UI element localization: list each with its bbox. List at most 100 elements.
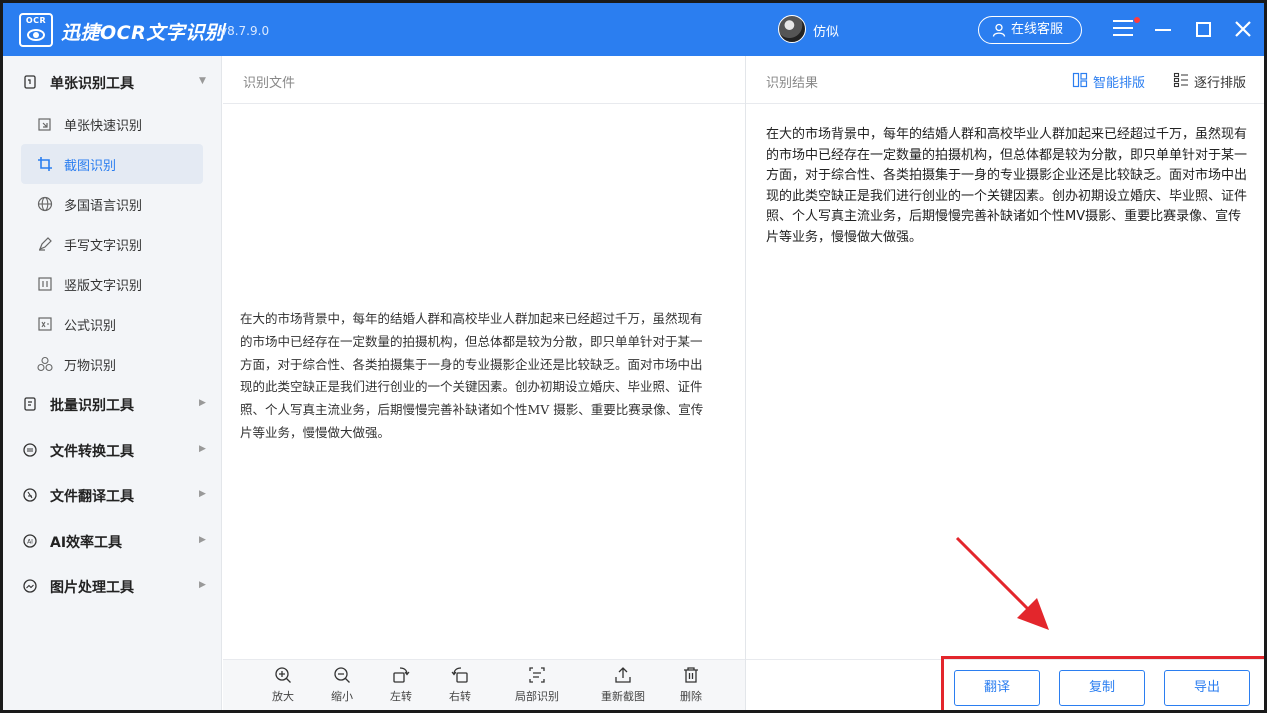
sidebar-group-ai[interactable]: AI AI效率工具 ▶	[3, 521, 222, 561]
annotation-arrow-icon	[955, 536, 1049, 630]
sidebar-group-label: 批量识别工具	[50, 398, 134, 414]
sidebar-item-label: 竖版文字识别	[64, 279, 143, 294]
sidebar-group-translate[interactable]: 文件翻译工具 ▶	[3, 475, 222, 515]
partial-ocr-button[interactable]: 局部识别	[509, 666, 565, 704]
chevron-right-icon: ▶	[199, 398, 206, 408]
batch-icon	[24, 397, 36, 411]
app-window: OCR 迅捷OCR文字识别 v8.7.9.0 仿似 在线客服 单张识别工具 ▼	[0, 0, 1267, 713]
translate-icon	[23, 488, 37, 502]
zoom-out-icon	[334, 667, 350, 683]
pen-icon	[38, 237, 52, 251]
sidebar-item-vertical[interactable]: 竖版文字识别	[21, 264, 203, 304]
crop-icon	[38, 157, 52, 171]
sidebar-item-label: 公式识别	[64, 319, 117, 334]
app-logo: OCR	[19, 13, 53, 47]
result-panel-header: 识别结果 智能排版 逐行排版	[746, 56, 1264, 104]
source-panel-title: 识别文件	[243, 76, 296, 91]
minimize-button[interactable]	[1155, 29, 1171, 31]
online-service-label: 在线客服	[1011, 22, 1064, 37]
menu-icon[interactable]	[1113, 20, 1133, 36]
objects-icon	[37, 356, 53, 372]
title-bar: OCR 迅捷OCR文字识别 v8.7.9.0 仿似 在线客服	[3, 3, 1264, 56]
app-version: v8.7.9.0	[220, 24, 270, 38]
upload-icon	[615, 667, 631, 683]
sidebar-item-objects[interactable]: 万物识别	[21, 344, 203, 384]
zoom-in-label: 放大	[272, 690, 294, 703]
line-layout-label: 逐行排版	[1194, 76, 1247, 91]
sidebar-item-screenshot[interactable]: 截图识别	[21, 144, 203, 184]
convert-icon	[23, 443, 37, 457]
ai-icon: AI	[23, 534, 37, 548]
smart-layout-icon	[1072, 72, 1088, 88]
source-image-viewer[interactable]: 在大的市场背景中，每年的结婚人群和高校毕业人群加起来已经超过千万，虽然现有的市场…	[223, 105, 745, 659]
maximize-button[interactable]	[1196, 22, 1211, 37]
sidebar-item-label: 手写文字识别	[64, 239, 143, 254]
avatar[interactable]	[778, 15, 806, 43]
delete-button[interactable]: 删除	[663, 666, 719, 704]
result-panel-title: 识别结果	[766, 76, 819, 91]
formula-icon	[38, 317, 52, 331]
user-name[interactable]: 仿似	[813, 21, 839, 40]
line-layout-icon	[1173, 72, 1188, 88]
zoom-out-label: 缩小	[331, 690, 353, 703]
chevron-right-icon: ▶	[199, 580, 206, 590]
chevron-right-icon: ▶	[199, 489, 206, 499]
sidebar-group-label: AI效率工具	[50, 535, 123, 551]
recapture-label: 重新截图	[601, 690, 645, 703]
rotate-left-button[interactable]: 左转	[373, 666, 429, 704]
chevron-right-icon: ▶	[199, 535, 206, 545]
sidebar: 单张识别工具 ▼ 单张快速识别 截图识别 多国语言识别 手写文字识别 竖版文字识…	[3, 56, 222, 710]
sidebar-item-handwriting[interactable]: 手写文字识别	[21, 224, 203, 264]
recapture-button[interactable]: 重新截图	[595, 666, 651, 704]
sidebar-item-label: 单张快速识别	[64, 119, 143, 134]
sidebar-item-multilang[interactable]: 多国语言识别	[21, 184, 203, 224]
sidebar-item-formula[interactable]: 公式识别	[21, 304, 203, 344]
rotate-left-icon	[393, 667, 410, 683]
sidebar-group-label: 单张识别工具	[50, 76, 134, 92]
sidebar-item-label: 截图识别	[64, 159, 117, 174]
rotate-right-label: 右转	[449, 690, 471, 703]
source-document-text: 在大的市场背景中，每年的结婚人群和高校毕业人群加起来已经超过千万，虽然现有的市场…	[240, 311, 704, 440]
sidebar-item-quick[interactable]: 单张快速识别	[21, 104, 203, 144]
logo-text: OCR	[25, 16, 47, 25]
trash-icon	[684, 667, 698, 683]
chevron-down-icon: ▼	[199, 76, 206, 86]
smart-layout-button[interactable]: 智能排版	[1072, 72, 1145, 91]
line-layout-button[interactable]: 逐行排版	[1173, 72, 1246, 91]
sidebar-group-convert[interactable]: 文件转换工具 ▶	[3, 430, 222, 470]
annotation-highlight-box	[941, 656, 1264, 710]
source-panel-header: 识别文件	[223, 56, 745, 104]
panel-divider	[745, 56, 746, 710]
partial-ocr-label: 局部识别	[515, 690, 559, 703]
rotate-left-label: 左转	[390, 690, 412, 703]
close-icon[interactable]	[1233, 19, 1253, 39]
globe-icon	[37, 196, 53, 212]
person-icon	[992, 23, 1006, 37]
sidebar-group-image[interactable]: 图片处理工具 ▶	[3, 566, 222, 606]
sidebar-group-label: 文件转换工具	[50, 444, 134, 460]
image-process-icon	[23, 579, 37, 593]
svg-text:AI: AI	[27, 539, 33, 546]
zoom-in-icon	[275, 667, 291, 683]
notification-dot	[1134, 17, 1140, 23]
vertical-text-icon	[38, 277, 52, 291]
app-name: 迅捷OCR文字识别	[61, 22, 225, 44]
rotate-right-button[interactable]: 右转	[432, 666, 488, 704]
quick-scan-icon	[38, 118, 51, 131]
sidebar-group-single[interactable]: 单张识别工具 ▼	[3, 62, 222, 102]
sidebar-group-label: 文件翻译工具	[50, 489, 134, 505]
zoom-in-button[interactable]: 放大	[255, 666, 311, 704]
sidebar-group-label: 图片处理工具	[50, 580, 134, 596]
sidebar-group-batch[interactable]: 批量识别工具 ▶	[3, 384, 222, 424]
rotate-right-icon	[451, 667, 468, 683]
sidebar-item-label: 多国语言识别	[64, 199, 143, 214]
eye-icon	[27, 29, 45, 41]
smart-layout-label: 智能排版	[1093, 76, 1146, 91]
delete-label: 删除	[680, 690, 702, 703]
single-doc-icon	[24, 75, 36, 89]
online-service-button[interactable]: 在线客服	[978, 16, 1082, 44]
image-toolbar: 放大 缩小 左转 右转 局部识别 重新截图 删除	[223, 659, 745, 710]
zoom-out-button[interactable]: 缩小	[314, 666, 370, 704]
result-text-area[interactable]: 在大的市场背景中，每年的结婚人群和高校毕业人群加起来已经超过千万，虽然现有的市场…	[766, 125, 1250, 249]
sidebar-item-label: 万物识别	[64, 359, 117, 374]
